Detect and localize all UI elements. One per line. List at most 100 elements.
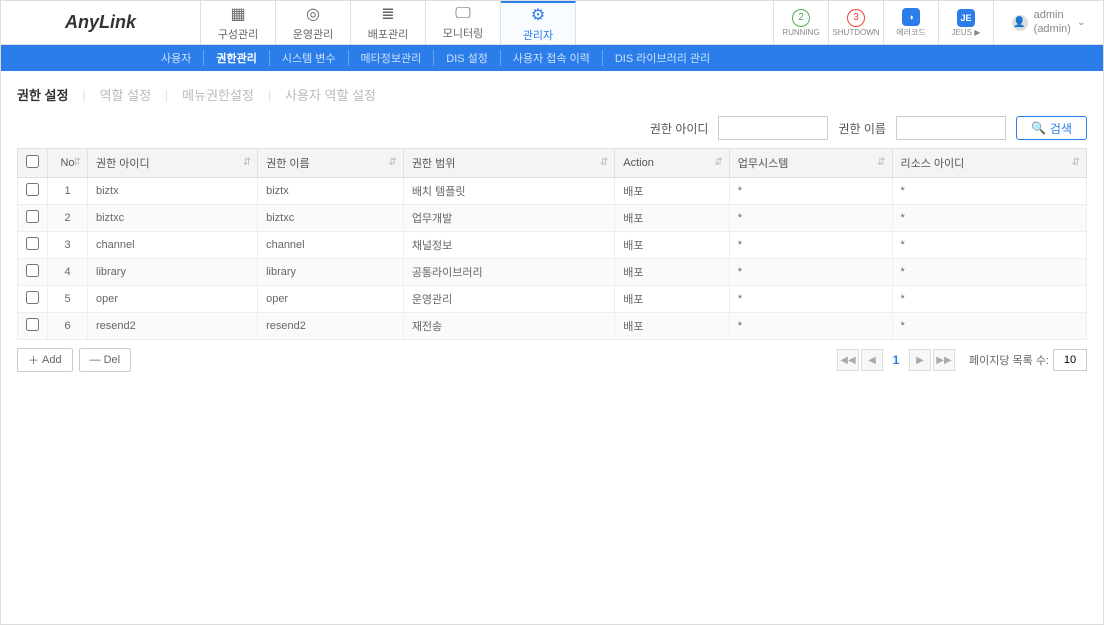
topnav-icon-0: ▦ [230, 4, 245, 24]
sort-icon: ⇵ [1072, 160, 1080, 166]
jeus-label: JEUS ▶ [952, 28, 981, 37]
cell-sys: * [729, 259, 892, 286]
cell-action: 배포 [615, 205, 730, 232]
user-id: (admin) [1034, 23, 1071, 36]
subnav-item-0[interactable]: 사용자 [21, 50, 204, 66]
status-ecode[interactable]: ◑ 에러코드 [883, 1, 938, 44]
cell-res: * [892, 232, 1087, 259]
status-running[interactable]: 2 RUNNING [773, 1, 828, 44]
user-icon: 👤 [1012, 15, 1028, 31]
cell-no: 1 [48, 178, 88, 205]
sort-icon: ⇵ [877, 160, 885, 166]
topnav-item-1[interactable]: ◎운영관리 [276, 1, 351, 44]
subnav-item-5[interactable]: 사용자 접속 이력 [501, 50, 603, 66]
cell-scope: 공통라이브러리 [403, 259, 614, 286]
search-input-name[interactable] [896, 116, 1006, 140]
topnav-icon-3: 🖵 [455, 5, 470, 23]
subnav-item-4[interactable]: DIS 설정 [434, 50, 501, 66]
shutdown-count: 3 [847, 9, 865, 27]
table-row[interactable]: 5operoper운영관리배포** [18, 286, 1087, 313]
cell-name: oper [258, 286, 404, 313]
cell-id: resend2 [88, 313, 258, 340]
search-row: 권한 아이디 권한 이름 🔍 검색 [17, 116, 1087, 140]
cell-id: biztx [88, 178, 258, 205]
add-button[interactable]: ＋ Add [17, 348, 73, 372]
cell-sys: * [729, 313, 892, 340]
cell-action: 배포 [615, 259, 730, 286]
tab-0[interactable]: 권한 설정 [17, 85, 68, 104]
cell-sys: * [729, 205, 892, 232]
logo: AnyLink [1, 1, 201, 44]
table-row[interactable]: 1biztxbiztx배치 템플릿배포** [18, 178, 1087, 205]
tab-1[interactable]: 역할 설정 [100, 85, 151, 104]
topnav-item-4[interactable]: ⚙관리자 [501, 1, 576, 44]
user-menu[interactable]: 👤 admin (admin) ⌄ [993, 1, 1103, 44]
cell-scope: 배치 템플릿 [403, 178, 614, 205]
cell-scope: 운영관리 [403, 286, 614, 313]
col-header-1[interactable]: 권한 아이디⇵ [88, 149, 258, 178]
table-row[interactable]: 4librarylibrary공통라이브러리배포** [18, 259, 1087, 286]
col-header-5[interactable]: 업무시스템⇵ [729, 149, 892, 178]
minus-icon: — [90, 354, 101, 366]
tab-3[interactable]: 사용자 역할 설정 [285, 85, 376, 104]
row-checkbox[interactable] [26, 318, 39, 331]
tab-sep: | [268, 88, 271, 102]
topnav-item-2[interactable]: ≣배포관리 [351, 1, 426, 44]
row-checkbox[interactable] [26, 264, 39, 277]
cell-action: 배포 [615, 286, 730, 313]
tab-2[interactable]: 메뉴권한설정 [182, 85, 254, 104]
col-header-0[interactable]: No⇵ [48, 149, 88, 178]
ecode-icon: ◑ [902, 8, 920, 26]
subnav-item-1[interactable]: 권한관리 [204, 50, 269, 66]
col-checkbox [18, 149, 48, 178]
content: 권한 설정|역할 설정|메뉴권한설정|사용자 역할 설정 권한 아이디 권한 이… [1, 71, 1103, 386]
table-row[interactable]: 3channelchannel채널정보배포** [18, 232, 1087, 259]
cell-action: 배포 [615, 232, 730, 259]
select-all-checkbox[interactable] [26, 155, 39, 168]
pager-current: 1 [885, 349, 907, 371]
search-input-id[interactable] [718, 116, 828, 140]
search-button[interactable]: 🔍 검색 [1016, 116, 1087, 140]
cell-action: 배포 [615, 313, 730, 340]
cell-id: oper [88, 286, 258, 313]
topnav-label-0: 구성관리 [218, 26, 258, 42]
cell-id: library [88, 259, 258, 286]
col-header-6[interactable]: 리소스 아이디⇵ [892, 149, 1087, 178]
cell-scope: 채널정보 [403, 232, 614, 259]
subnav-item-3[interactable]: 메타정보관리 [349, 50, 435, 66]
cell-action: 배포 [615, 178, 730, 205]
topnav-label-4: 관리자 [523, 27, 553, 43]
cell-name: library [258, 259, 404, 286]
sort-icon: ⇵ [73, 160, 81, 166]
pager: ◀◀ ◀ 1 ▶ ▶▶ [837, 349, 955, 371]
search-button-label: 검색 [1050, 120, 1072, 137]
pager-prev[interactable]: ◀ [861, 349, 883, 371]
topnav-item-3[interactable]: 🖵모니터링 [426, 1, 501, 44]
cell-no: 5 [48, 286, 88, 313]
col-header-2[interactable]: 권한 이름⇵ [258, 149, 404, 178]
page-size-input[interactable] [1053, 349, 1087, 371]
del-button[interactable]: — Del [79, 348, 132, 372]
cell-no: 3 [48, 232, 88, 259]
row-checkbox[interactable] [26, 291, 39, 304]
table-row[interactable]: 2biztxcbiztxc업무개발배포** [18, 205, 1087, 232]
pager-next[interactable]: ▶ [909, 349, 931, 371]
subnav-item-6[interactable]: DIS 라이브러리 관리 [603, 50, 722, 66]
sort-icon: ⇵ [600, 160, 608, 166]
sort-icon: ⇵ [388, 160, 396, 166]
status-shutdown[interactable]: 3 SHUTDOWN [828, 1, 883, 44]
cell-scope: 재전송 [403, 313, 614, 340]
row-checkbox[interactable] [26, 237, 39, 250]
row-checkbox[interactable] [26, 210, 39, 223]
pager-last[interactable]: ▶▶ [933, 349, 955, 371]
cell-no: 2 [48, 205, 88, 232]
pager-first[interactable]: ◀◀ [837, 349, 859, 371]
col-header-3[interactable]: 권한 범위⇵ [403, 149, 614, 178]
col-header-4[interactable]: Action⇵ [615, 149, 730, 178]
row-checkbox[interactable] [26, 183, 39, 196]
table-row[interactable]: 6resend2resend2재전송배포** [18, 313, 1087, 340]
topnav-item-0[interactable]: ▦ 구성관리 [201, 1, 276, 44]
subnav-item-2[interactable]: 시스템 변수 [270, 50, 349, 66]
status-jeus[interactable]: JE JEUS ▶ [938, 1, 993, 44]
cell-res: * [892, 286, 1087, 313]
